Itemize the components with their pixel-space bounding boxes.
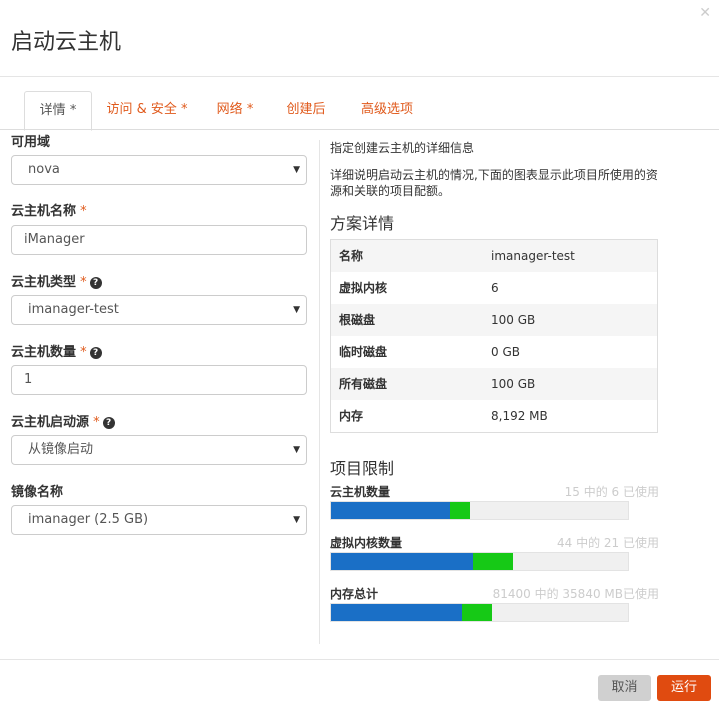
instance-count-label: 云主机数量 *? [11, 341, 102, 360]
chevron-down-icon: ▼ [293, 515, 300, 525]
tab-post-creation[interactable]: 创建后 [281, 91, 331, 128]
dialog-title: 启动云主机 [11, 30, 122, 55]
project-limits-title: 项目限制 [330, 459, 395, 478]
table-row: 虚拟内核 6 [339, 281, 499, 295]
table-row: 名称 imanager-test [331, 240, 657, 272]
close-icon[interactable]: ✕ [699, 5, 711, 21]
launch-button[interactable]: 运行 [657, 675, 711, 701]
quota-bar-added [449, 502, 470, 519]
instance-name-input[interactable]: iManager [11, 225, 307, 255]
chevron-down-icon: ▼ [293, 165, 300, 175]
intro-text: 指定创建云主机的详细信息 [330, 141, 475, 155]
instance-count-input[interactable]: 1 [11, 365, 307, 395]
quota-label-vcpus: 虚拟内核数量 [330, 536, 403, 550]
quota-label-instances: 云主机数量 [330, 485, 391, 499]
quota-label-ram: 内存总计 [330, 587, 379, 601]
quota-bar-ram [330, 603, 629, 622]
quota-usage-ram: 81400 中的 35840 MB已使用 [492, 587, 659, 601]
chevron-down-icon: ▼ [293, 445, 300, 455]
help-icon[interactable]: ? [89, 347, 102, 359]
quota-bar-used [331, 604, 462, 621]
flavor-select[interactable]: imanager-test ▼ [11, 295, 307, 325]
quota-bar-vcpus [330, 552, 629, 571]
quota-bar-added [461, 604, 492, 621]
boot-source-label: 云主机启动源 *? [11, 411, 115, 430]
tab-advanced-options[interactable]: 高级选项 [355, 91, 419, 128]
tab-details[interactable]: 详情 * [24, 91, 92, 131]
tab-networking[interactable]: 网络 * [212, 91, 258, 128]
image-name-select[interactable]: imanager (2.5 GB) ▼ [11, 505, 307, 535]
table-row: 内存 8,192 MB [339, 409, 548, 423]
flavor-details-table: 名称 imanager-test 虚拟内核 6 根磁盘 100 GB 临时磁盘 0 GB… [330, 239, 658, 433]
availability-zone-select[interactable]: nova ▼ [11, 155, 307, 185]
column-divider [319, 140, 320, 644]
table-row: 临时磁盘 0 GB [339, 345, 520, 359]
help-icon[interactable]: ? [89, 277, 102, 289]
chevron-down-icon: ▼ [293, 305, 300, 315]
help-icon[interactable]: ? [102, 417, 115, 429]
quota-usage-vcpus: 44 中的 21 已使用 [557, 536, 659, 550]
availability-zone-label: 可用域 [11, 135, 51, 150]
quota-bar-instances [330, 501, 629, 520]
flavor-details-title: 方案详情 [330, 214, 395, 233]
tab-divider [0, 129, 719, 130]
quota-usage-instances: 15 中的 6 已使用 [564, 485, 659, 499]
table-row: 根磁盘 100 GB [331, 304, 657, 336]
image-name-label: 镜像名称 [11, 485, 64, 500]
quota-bar-used [331, 553, 473, 570]
cancel-button[interactable]: 取消 [598, 675, 651, 701]
description-text: 详细说明启动云主机的情况,下面的图表显示此项目所使用的资源和关联的项目配额。 [330, 168, 658, 198]
tab-access-security[interactable]: 访问 & 安全 * [100, 91, 194, 128]
tab-bar: 详情 * 访问 & 安全 * 网络 * 创建后 高级选项 [24, 91, 719, 131]
flavor-label: 云主机类型 *? [11, 271, 102, 290]
instance-name-label: 云主机名称 * [11, 204, 87, 219]
boot-source-select[interactable]: 从镜像启动 ▼ [11, 435, 307, 465]
dialog-header: 启动云主机 ✕ [0, 0, 719, 77]
quota-bar-used [331, 502, 450, 519]
quota-bar-added [472, 553, 514, 570]
table-row: 所有磁盘 100 GB [331, 368, 657, 400]
